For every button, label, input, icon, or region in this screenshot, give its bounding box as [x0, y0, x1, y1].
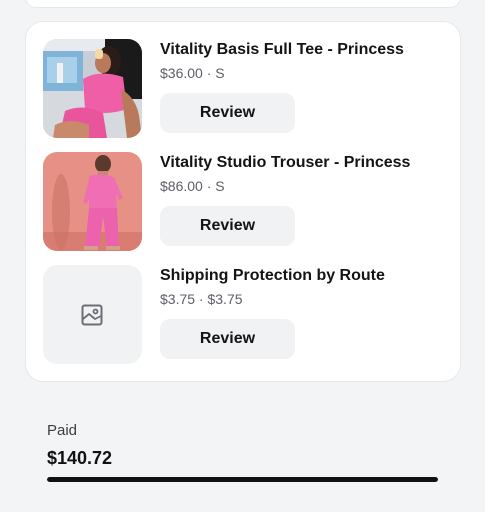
pink-trouser-photo — [43, 152, 142, 251]
review-button[interactable]: Review — [160, 206, 295, 246]
previous-card-edge — [25, 0, 461, 8]
product-image-tee[interactable] — [43, 39, 142, 138]
pink-tee-photo — [43, 39, 142, 138]
item-price-detail: $3.75 · $3.75 — [160, 291, 243, 307]
product-image-trouser[interactable] — [43, 152, 142, 251]
item-title: Shipping Protection by Route — [160, 267, 385, 284]
review-button[interactable]: Review — [160, 93, 295, 133]
product-image-placeholder[interactable] — [43, 265, 142, 364]
order-items-card: Vitality Basis Full Tee - Princess $36.0… — [25, 21, 461, 382]
paid-amount: $140.72 — [47, 448, 113, 468]
image-placeholder-icon — [81, 304, 103, 326]
payment-progress-fill — [47, 477, 438, 482]
payment-summary-card: Paid $140.72 — [20, 392, 465, 512]
item-price-size: $86.00 · S — [160, 178, 225, 194]
review-button[interactable]: Review — [160, 319, 295, 359]
line-item: Vitality Basis Full Tee - Princess $36.0… — [43, 39, 453, 139]
item-title: Vitality Studio Trouser - Princess — [160, 154, 411, 171]
item-title: Vitality Basis Full Tee - Princess — [160, 41, 404, 58]
paid-label: Paid — [47, 422, 78, 439]
line-item: Shipping Protection by Route $3.75 · $3.… — [43, 265, 453, 365]
item-price-size: $36.00 · S — [160, 65, 225, 81]
payment-progress-bar — [47, 477, 438, 482]
line-item: Vitality Studio Trouser - Princess $86.0… — [43, 152, 453, 252]
